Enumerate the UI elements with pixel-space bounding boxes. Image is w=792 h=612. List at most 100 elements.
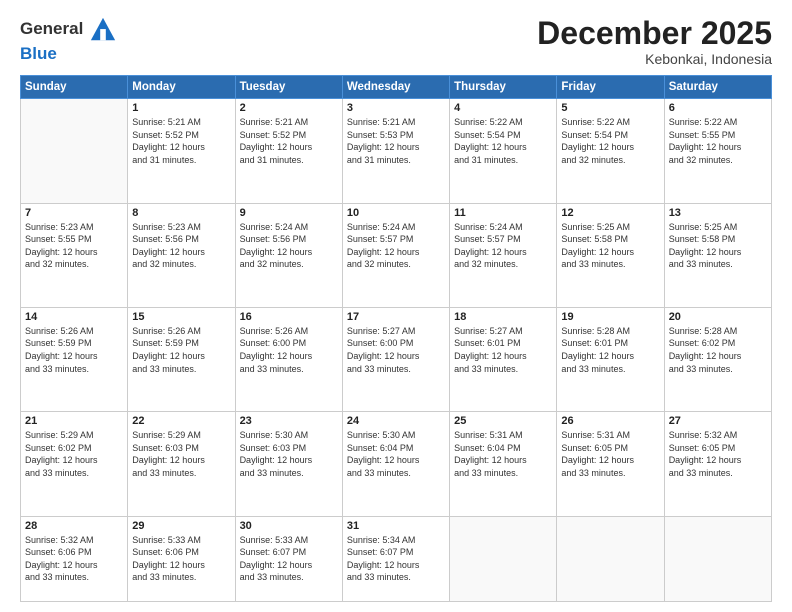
day-number: 10	[347, 207, 445, 219]
table-row: 4 Sunrise: 5:22 AMSunset: 5:54 PMDaylight…	[450, 99, 557, 203]
table-row: 22 Sunrise: 5:29 AMSunset: 6:03 PMDayligh…	[128, 412, 235, 516]
table-row: 10 Sunrise: 5:24 AMSunset: 5:57 PMDayligh…	[342, 203, 449, 307]
day-info: Sunrise: 5:26 AMSunset: 5:59 PMDaylight:…	[25, 325, 123, 375]
day-number: 26	[561, 415, 659, 427]
day-info: Sunrise: 5:27 AMSunset: 6:01 PMDaylight:…	[454, 325, 552, 375]
day-number: 25	[454, 415, 552, 427]
day-number: 13	[669, 207, 767, 219]
table-row: 24 Sunrise: 5:30 AMSunset: 6:04 PMDayligh…	[342, 412, 449, 516]
table-row: 11 Sunrise: 5:24 AMSunset: 5:57 PMDayligh…	[450, 203, 557, 307]
day-info: Sunrise: 5:33 AMSunset: 6:07 PMDaylight:…	[240, 534, 338, 584]
day-number: 4	[454, 102, 552, 114]
day-number: 6	[669, 102, 767, 114]
day-number: 21	[25, 415, 123, 427]
day-info: Sunrise: 5:21 AMSunset: 5:53 PMDaylight:…	[347, 116, 445, 166]
day-number: 15	[132, 311, 230, 323]
day-number: 16	[240, 311, 338, 323]
day-info: Sunrise: 5:22 AMSunset: 5:55 PMDaylight:…	[669, 116, 767, 166]
day-info: Sunrise: 5:26 AMSunset: 6:00 PMDaylight:…	[240, 325, 338, 375]
day-info: Sunrise: 5:22 AMSunset: 5:54 PMDaylight:…	[454, 116, 552, 166]
table-row: 18 Sunrise: 5:27 AMSunset: 6:01 PMDayligh…	[450, 307, 557, 411]
day-number: 18	[454, 311, 552, 323]
table-row: 13 Sunrise: 5:25 AMSunset: 5:58 PMDayligh…	[664, 203, 771, 307]
day-info: Sunrise: 5:30 AMSunset: 6:04 PMDaylight:…	[347, 429, 445, 479]
day-info: Sunrise: 5:23 AMSunset: 5:55 PMDaylight:…	[25, 221, 123, 271]
logo-icon	[89, 16, 117, 44]
table-row: 6 Sunrise: 5:22 AMSunset: 5:55 PMDaylight…	[664, 99, 771, 203]
header: General Blue December 2025 Kebonkai, Ind…	[20, 16, 772, 67]
weekday-header-thursday: Thursday	[450, 76, 557, 99]
logo-general: General	[20, 19, 83, 38]
day-info: Sunrise: 5:31 AMSunset: 6:04 PMDaylight:…	[454, 429, 552, 479]
weekday-header-sunday: Sunday	[21, 76, 128, 99]
day-number: 22	[132, 415, 230, 427]
table-row	[557, 516, 664, 601]
day-number: 3	[347, 102, 445, 114]
weekday-header-saturday: Saturday	[664, 76, 771, 99]
day-number: 28	[25, 520, 123, 532]
table-row: 8Sunrise: 5:23 AMSunset: 5:56 PMDaylight…	[128, 203, 235, 307]
day-info: Sunrise: 5:28 AMSunset: 6:01 PMDaylight:…	[561, 325, 659, 375]
day-info: Sunrise: 5:24 AMSunset: 5:57 PMDaylight:…	[347, 221, 445, 271]
table-row: 27Sunrise: 5:32 AMSunset: 6:05 PMDayligh…	[664, 412, 771, 516]
day-info: Sunrise: 5:30 AMSunset: 6:03 PMDaylight:…	[240, 429, 338, 479]
day-number: 23	[240, 415, 338, 427]
day-number: 5	[561, 102, 659, 114]
day-info: Sunrise: 5:21 AMSunset: 5:52 PMDaylight:…	[132, 116, 230, 166]
title-block: December 2025 Kebonkai, Indonesia	[537, 16, 772, 67]
day-info: Sunrise: 5:26 AMSunset: 5:59 PMDaylight:…	[132, 325, 230, 375]
day-number: 8	[132, 207, 230, 219]
day-info: Sunrise: 5:33 AMSunset: 6:06 PMDaylight:…	[132, 534, 230, 584]
day-info: Sunrise: 5:27 AMSunset: 6:00 PMDaylight:…	[347, 325, 445, 375]
location-title: Kebonkai, Indonesia	[537, 51, 772, 67]
day-info: Sunrise: 5:32 AMSunset: 6:05 PMDaylight:…	[669, 429, 767, 479]
table-row: 9 Sunrise: 5:24 AMSunset: 5:56 PMDaylight…	[235, 203, 342, 307]
day-info: Sunrise: 5:25 AMSunset: 5:58 PMDaylight:…	[669, 221, 767, 271]
day-info: Sunrise: 5:31 AMSunset: 6:05 PMDaylight:…	[561, 429, 659, 479]
day-number: 31	[347, 520, 445, 532]
day-info: Sunrise: 5:34 AMSunset: 6:07 PMDaylight:…	[347, 534, 445, 584]
table-row: 7 Sunrise: 5:23 AMSunset: 5:55 PMDaylight…	[21, 203, 128, 307]
logo-blue: Blue	[20, 44, 57, 63]
logo: General Blue	[20, 16, 118, 64]
table-row: 31 Sunrise: 5:34 AMSunset: 6:07 PMDayligh…	[342, 516, 449, 601]
day-number: 29	[132, 520, 230, 532]
day-number: 24	[347, 415, 445, 427]
day-info: Sunrise: 5:24 AMSunset: 5:57 PMDaylight:…	[454, 221, 552, 271]
day-info: Sunrise: 5:28 AMSunset: 6:02 PMDaylight:…	[669, 325, 767, 375]
day-info: Sunrise: 5:21 AMSunset: 5:52 PMDaylight:…	[240, 116, 338, 166]
table-row: 25 Sunrise: 5:31 AMSunset: 6:04 PMDayligh…	[450, 412, 557, 516]
table-row: 29 Sunrise: 5:33 AMSunset: 6:06 PMDayligh…	[128, 516, 235, 601]
day-info: Sunrise: 5:29 AMSunset: 6:03 PMDaylight:…	[132, 429, 230, 479]
weekday-header-wednesday: Wednesday	[342, 76, 449, 99]
table-row: 15 Sunrise: 5:26 AMSunset: 5:59 PMDayligh…	[128, 307, 235, 411]
day-info: Sunrise: 5:29 AMSunset: 6:02 PMDaylight:…	[25, 429, 123, 479]
table-row: 14Sunrise: 5:26 AMSunset: 5:59 PMDayligh…	[21, 307, 128, 411]
table-row: 20 Sunrise: 5:28 AMSunset: 6:02 PMDayligh…	[664, 307, 771, 411]
table-row: 28 Sunrise: 5:32 AMSunset: 6:06 PMDayligh…	[21, 516, 128, 601]
day-info: Sunrise: 5:25 AMSunset: 5:58 PMDaylight:…	[561, 221, 659, 271]
page: General Blue December 2025 Kebonkai, Ind…	[0, 0, 792, 612]
table-row	[664, 516, 771, 601]
day-number: 2	[240, 102, 338, 114]
day-number: 1	[132, 102, 230, 114]
table-row: 21 Sunrise: 5:29 AMSunset: 6:02 PMDayligh…	[21, 412, 128, 516]
table-row: 23 Sunrise: 5:30 AMSunset: 6:03 PMDayligh…	[235, 412, 342, 516]
table-row: 16 Sunrise: 5:26 AMSunset: 6:00 PMDayligh…	[235, 307, 342, 411]
day-number: 19	[561, 311, 659, 323]
day-number: 11	[454, 207, 552, 219]
table-row: 30Sunrise: 5:33 AMSunset: 6:07 PMDayligh…	[235, 516, 342, 601]
table-row	[21, 99, 128, 203]
table-row: 2 Sunrise: 5:21 AMSunset: 5:52 PMDaylight…	[235, 99, 342, 203]
weekday-header-monday: Monday	[128, 76, 235, 99]
month-title: December 2025	[537, 16, 772, 51]
day-number: 17	[347, 311, 445, 323]
day-info: Sunrise: 5:32 AMSunset: 6:06 PMDaylight:…	[25, 534, 123, 584]
table-row: 1 Sunrise: 5:21 AMSunset: 5:52 PMDaylight…	[128, 99, 235, 203]
day-info: Sunrise: 5:24 AMSunset: 5:56 PMDaylight:…	[240, 221, 338, 271]
day-number: 9	[240, 207, 338, 219]
table-row	[450, 516, 557, 601]
day-number: 7	[25, 207, 123, 219]
weekday-header-tuesday: Tuesday	[235, 76, 342, 99]
day-number: 20	[669, 311, 767, 323]
